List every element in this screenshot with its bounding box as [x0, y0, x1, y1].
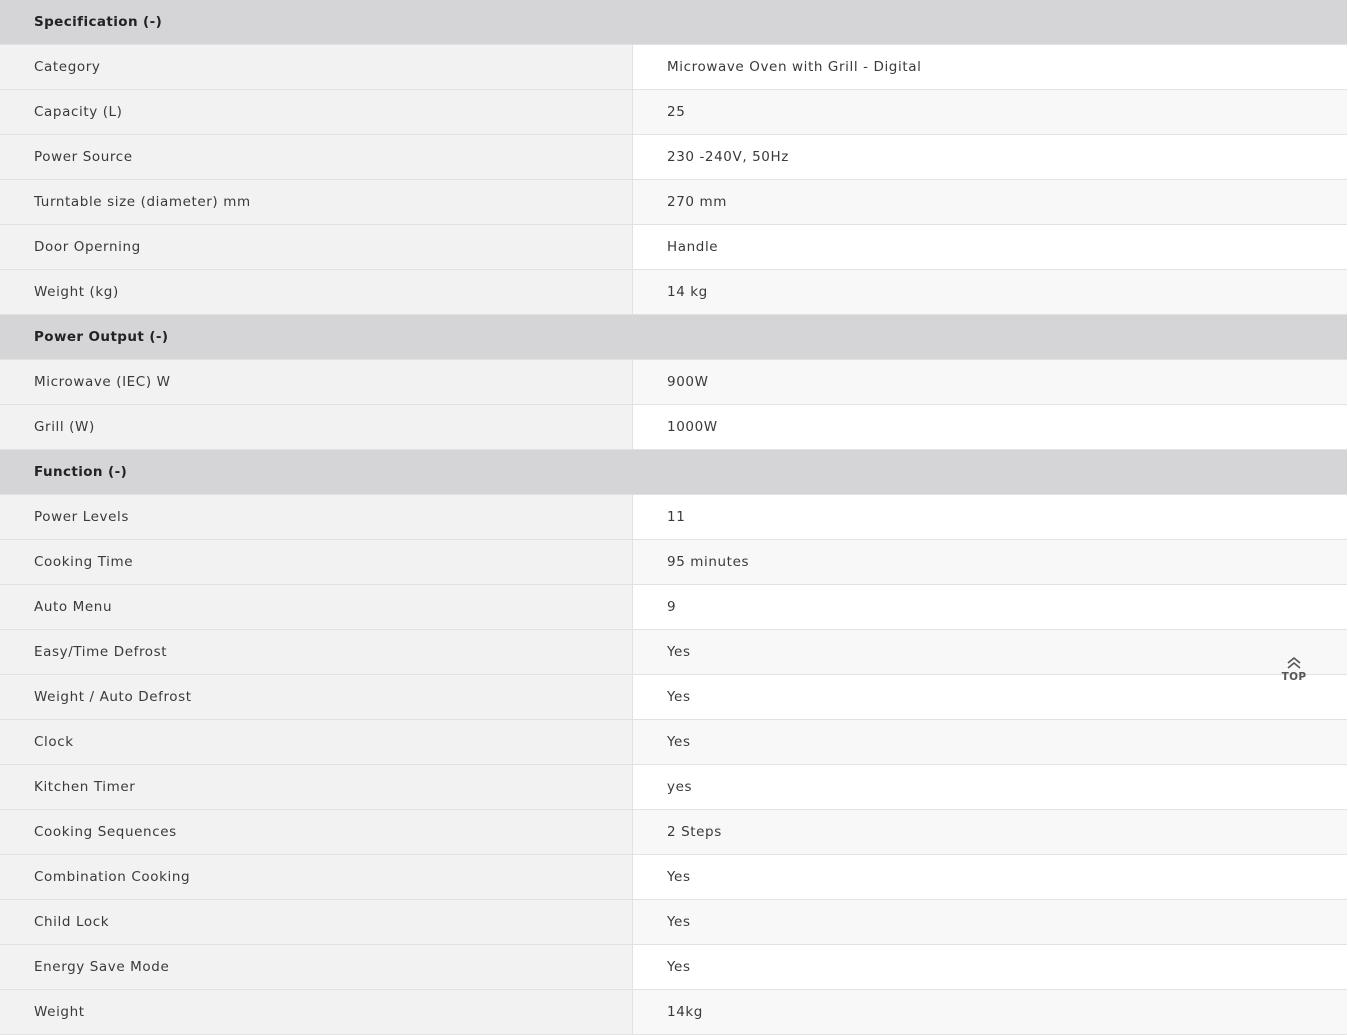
- spec-label: Power Levels: [0, 495, 633, 539]
- spec-label: Weight / Auto Defrost: [0, 675, 633, 719]
- table-row: Kitchen Timer yes: [0, 765, 1347, 810]
- table-row: Weight (kg) 14 kg: [0, 270, 1347, 315]
- spec-value: 270 mm: [633, 180, 1347, 224]
- table-row: Cooking Time 95 minutes: [0, 540, 1347, 585]
- table-row: Child Lock Yes: [0, 900, 1347, 945]
- spec-label: Door Operning: [0, 225, 633, 269]
- table-row: Energy Save Mode Yes: [0, 945, 1347, 990]
- table-row: Turntable size (diameter) mm 270 mm: [0, 180, 1347, 225]
- section-title: Function (-): [34, 464, 128, 480]
- spec-value: 230 -240V, 50Hz: [633, 135, 1347, 179]
- table-row: Weight 14kg: [0, 990, 1347, 1035]
- scroll-to-top-label: TOP: [1281, 671, 1307, 683]
- spec-label: Combination Cooking: [0, 855, 633, 899]
- spec-table: Specification (-) Category Microwave Ove…: [0, 0, 1347, 1035]
- spec-label: Turntable size (diameter) mm: [0, 180, 633, 224]
- spec-label: Energy Save Mode: [0, 945, 633, 989]
- spec-label: Microwave (IEC) W: [0, 360, 633, 404]
- spec-value: 11: [633, 495, 1347, 539]
- spec-value: Yes: [633, 900, 1347, 944]
- section-title: Power Output (-): [34, 329, 169, 345]
- table-row: Power Source 230 -240V, 50Hz: [0, 135, 1347, 180]
- table-row: Clock Yes: [0, 720, 1347, 765]
- spec-value: 14 kg: [633, 270, 1347, 314]
- section-header-power-output[interactable]: Power Output (-): [0, 315, 1347, 360]
- table-row: Power Levels 11: [0, 495, 1347, 540]
- spec-label: Weight (kg): [0, 270, 633, 314]
- spec-value: Yes: [633, 855, 1347, 899]
- spec-value: Yes: [633, 675, 1347, 719]
- table-row: Door Operning Handle: [0, 225, 1347, 270]
- spec-value: 900W: [633, 360, 1347, 404]
- spec-label: Weight: [0, 990, 633, 1034]
- section-header-specification[interactable]: Specification (-): [0, 0, 1347, 45]
- table-row: Category Microwave Oven with Grill - Dig…: [0, 45, 1347, 90]
- section-title: Specification (-): [34, 14, 163, 30]
- table-row: Combination Cooking Yes: [0, 855, 1347, 900]
- spec-label: Power Source: [0, 135, 633, 179]
- scroll-to-top-button[interactable]: TOP: [1278, 656, 1310, 690]
- table-row: Easy/Time Defrost Yes: [0, 630, 1347, 675]
- spec-label: Child Lock: [0, 900, 633, 944]
- spec-value: 9: [633, 585, 1347, 629]
- spec-value: yes: [633, 765, 1347, 809]
- spec-label: Auto Menu: [0, 585, 633, 629]
- spec-value: 14kg: [633, 990, 1347, 1034]
- spec-value: 2 Steps: [633, 810, 1347, 854]
- spec-value: Yes: [633, 720, 1347, 764]
- spec-label: Capacity (L): [0, 90, 633, 134]
- spec-value: Microwave Oven with Grill - Digital: [633, 45, 1347, 89]
- section-header-function[interactable]: Function (-): [0, 450, 1347, 495]
- table-row: Cooking Sequences 2 Steps: [0, 810, 1347, 855]
- spec-value: Handle: [633, 225, 1347, 269]
- spec-value: 95 minutes: [633, 540, 1347, 584]
- spec-label: Clock: [0, 720, 633, 764]
- spec-value: Yes: [633, 945, 1347, 989]
- spec-value: 25: [633, 90, 1347, 134]
- table-row: Grill (W) 1000W: [0, 405, 1347, 450]
- spec-value: Yes: [633, 630, 1347, 674]
- table-row: Auto Menu 9: [0, 585, 1347, 630]
- table-row: Microwave (IEC) W 900W: [0, 360, 1347, 405]
- spec-label: Cooking Time: [0, 540, 633, 584]
- spec-label: Cooking Sequences: [0, 810, 633, 854]
- spec-label: Grill (W): [0, 405, 633, 449]
- spec-value: 1000W: [633, 405, 1347, 449]
- spec-label: Easy/Time Defrost: [0, 630, 633, 674]
- table-row: Weight / Auto Defrost Yes: [0, 675, 1347, 720]
- double-chevron-up-icon: [1287, 656, 1301, 669]
- table-row: Capacity (L) 25: [0, 90, 1347, 135]
- spec-label: Category: [0, 45, 633, 89]
- spec-label: Kitchen Timer: [0, 765, 633, 809]
